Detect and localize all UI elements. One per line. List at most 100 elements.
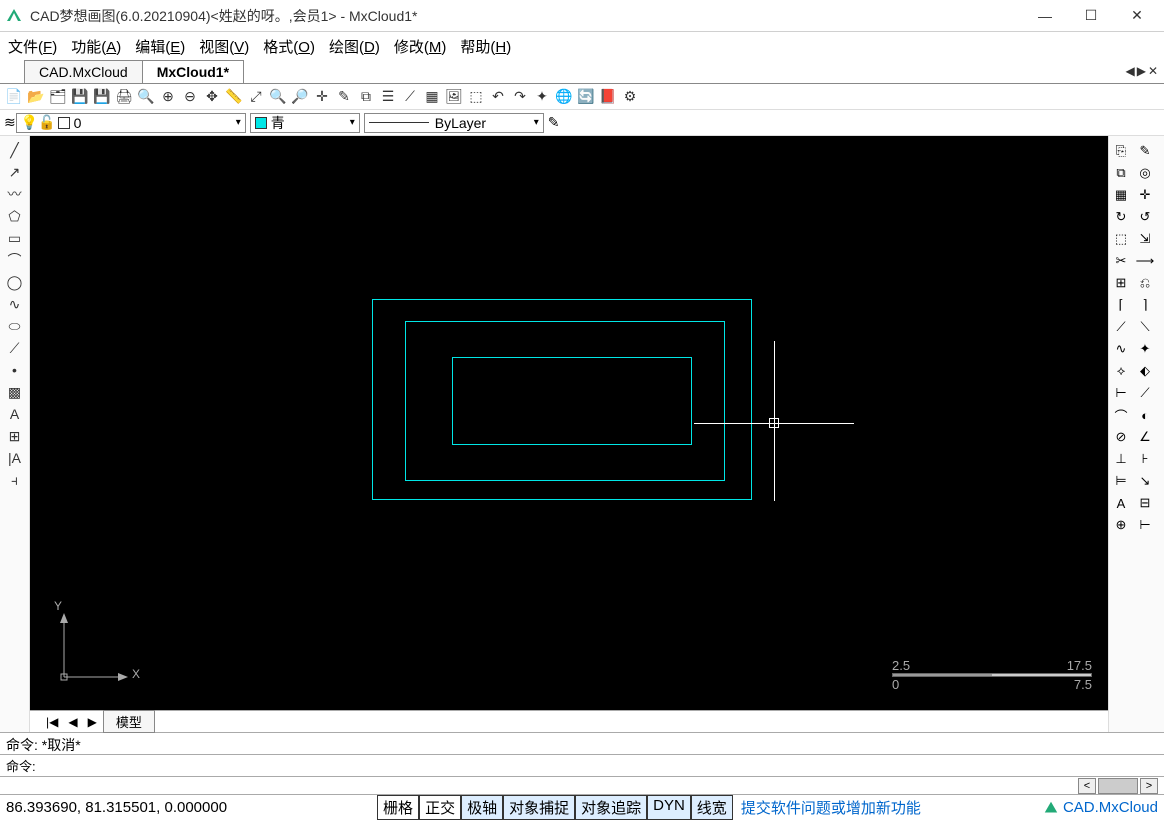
xline-icon[interactable]: ↗	[4, 162, 26, 182]
align-icon[interactable]: ∿	[1109, 338, 1133, 360]
save-as-icon[interactable]: 💾	[92, 87, 112, 107]
explode-icon[interactable]: ✦	[532, 87, 552, 107]
line-icon[interactable]: ╱	[4, 140, 26, 160]
layout-next-icon[interactable]: ▶	[84, 715, 101, 729]
rectangle-icon[interactable]: ▭	[4, 228, 26, 248]
dimension-icon[interactable]: ⫞	[4, 470, 26, 490]
extend-icon[interactable]: ⟶	[1133, 250, 1157, 272]
move-right-icon[interactable]: ✛	[1133, 184, 1157, 206]
ellipse-icon[interactable]: ⬭	[4, 316, 26, 336]
pan-icon[interactable]: ✥	[202, 87, 222, 107]
block-icon[interactable]: ▦	[422, 87, 442, 107]
menu-function[interactable]: 功能(A)	[71, 36, 121, 57]
model-tab[interactable]: 模型	[103, 710, 155, 733]
dim-baseline-icon[interactable]: ⊨	[1109, 470, 1133, 492]
toggle-otrack[interactable]: 对象追踪	[575, 795, 647, 820]
maximize-button[interactable]: ☐	[1068, 1, 1114, 31]
leader-icon[interactable]: ↘	[1133, 470, 1157, 492]
move-icon[interactable]: ✛	[312, 87, 332, 107]
rotate-icon[interactable]: ↻	[1109, 206, 1133, 228]
measure-icon[interactable]: 📏	[224, 87, 244, 107]
menu-help[interactable]: 帮助(H)	[460, 36, 511, 57]
open-icon[interactable]: 📂	[26, 87, 46, 107]
menu-draw[interactable]: 绘图(D)	[329, 36, 380, 57]
copy-icon[interactable]: ⎘	[1109, 140, 1133, 162]
menu-modify[interactable]: 修改(M)	[394, 36, 447, 57]
toggle-grid[interactable]: 栅格	[377, 795, 419, 820]
dim-radius-icon[interactable]: ◐	[1133, 404, 1157, 426]
layer-stack-icon[interactable]: ≋	[4, 114, 16, 131]
dim-angle-icon[interactable]: ∠	[1133, 426, 1157, 448]
settings-icon[interactable]: ⚙	[620, 87, 640, 107]
close-button[interactable]: ✕	[1114, 1, 1160, 31]
open-folder-icon[interactable]: 🗂	[48, 87, 68, 107]
tab-close-icon[interactable]: ✕	[1148, 64, 1158, 78]
array-icon[interactable]: ▦	[1109, 184, 1133, 206]
tab-mxcloud1[interactable]: MxCloud1*	[142, 60, 244, 83]
dim-center-icon[interactable]: ⊕	[1109, 514, 1133, 536]
tool-c-icon[interactable]: ⬖	[1133, 360, 1157, 382]
color-dropdown[interactable]: 青 ▾	[250, 113, 360, 133]
toggle-dyn[interactable]: DYN	[647, 795, 691, 820]
drawing-canvas[interactable]: Y X 2.517.5 07.5	[30, 136, 1108, 710]
text-icon[interactable]: A	[4, 404, 26, 424]
zoom-prev-icon[interactable]: 🔍	[268, 87, 288, 107]
feedback-link[interactable]: 提交软件问题或增加新功能	[741, 797, 921, 818]
zoom-window-icon[interactable]: 🔍	[136, 87, 156, 107]
arc-icon[interactable]: ⌒	[4, 250, 26, 270]
toggle-polar[interactable]: 极轴	[461, 795, 503, 820]
undo-icon[interactable]: ↶	[488, 87, 508, 107]
dim-linear-icon[interactable]: ⊢	[1109, 382, 1133, 404]
line-style-icon[interactable]: ⟋	[400, 87, 420, 107]
offset-icon[interactable]: ◎	[1133, 162, 1157, 184]
chamfer-icon[interactable]: ⟋	[1109, 316, 1133, 338]
trim-icon[interactable]: ✂	[1109, 250, 1133, 272]
new-icon[interactable]: 📄	[4, 87, 24, 107]
point-icon[interactable]: •	[4, 360, 26, 380]
layout-first-icon[interactable]: |◀	[42, 715, 62, 729]
globe-icon[interactable]: 🌐	[554, 87, 574, 107]
image-icon[interactable]: 🖼	[444, 87, 464, 107]
table-icon[interactable]: ⊞	[4, 426, 26, 446]
scroll-left-icon[interactable]: <	[1078, 778, 1096, 794]
layout-prev-icon[interactable]: ◀	[64, 715, 81, 729]
redo-icon[interactable]: ↷	[510, 87, 530, 107]
explode-right-icon[interactable]: ⟍	[1133, 316, 1157, 338]
export-pdf-icon[interactable]: 📕	[598, 87, 618, 107]
zoom-in-icon[interactable]: ⊕	[158, 87, 178, 107]
properties-icon[interactable]: ⧉	[356, 87, 376, 107]
hatch-icon[interactable]: ▩	[4, 382, 26, 402]
stretch-icon[interactable]: ⇲	[1133, 228, 1157, 250]
toggle-lwt[interactable]: 线宽	[691, 795, 733, 820]
zoom-realtime-icon[interactable]: 🔎	[290, 87, 310, 107]
dim-continue-icon[interactable]: ⊦	[1133, 448, 1157, 470]
horizontal-scrollbar[interactable]: < >	[0, 776, 1164, 794]
brush-icon[interactable]: ✎	[334, 87, 354, 107]
mtext-icon[interactable]: |A	[4, 448, 26, 468]
toggle-osnap[interactable]: 对象捕捉	[503, 795, 575, 820]
toggle-ortho[interactable]: 正交	[419, 795, 461, 820]
minimize-button[interactable]: ―	[1022, 1, 1068, 31]
lineweight-icon[interactable]: ✎	[548, 114, 560, 131]
dim-arc-icon[interactable]: ⌒	[1109, 404, 1133, 426]
zoom-out-icon[interactable]: ⊖	[180, 87, 200, 107]
refresh-icon[interactable]: 🔄	[576, 87, 596, 107]
zoom-extents-icon[interactable]: ⤢	[246, 87, 266, 107]
scale-icon[interactable]: ⬚	[1109, 228, 1133, 250]
tool-last-icon[interactable]: ⊢	[1133, 514, 1157, 536]
ruler-icon[interactable]: ⊟	[1133, 492, 1157, 514]
join-icon[interactable]: ⌈	[1109, 294, 1133, 316]
menu-edit[interactable]: 编辑(E)	[135, 36, 185, 57]
layer-dropdown[interactable]: 💡🔓 0 ▾	[16, 113, 246, 133]
linetype-dropdown[interactable]: ByLayer ▾	[364, 113, 544, 133]
print-icon[interactable]: 🖨	[114, 87, 134, 107]
grid-icon[interactable]: ⊞	[1109, 272, 1133, 294]
select-icon[interactable]: ⬚	[466, 87, 486, 107]
save-icon[interactable]: 💾	[70, 87, 90, 107]
menu-format[interactable]: 格式(O)	[263, 36, 315, 57]
layers-icon[interactable]: ☰	[378, 87, 398, 107]
circle-icon[interactable]: ◯	[4, 272, 26, 292]
fillet-icon[interactable]: ⌉	[1133, 294, 1157, 316]
polygon-icon[interactable]: ⬠	[4, 206, 26, 226]
tab-prev-icon[interactable]: ◀	[1125, 64, 1134, 78]
